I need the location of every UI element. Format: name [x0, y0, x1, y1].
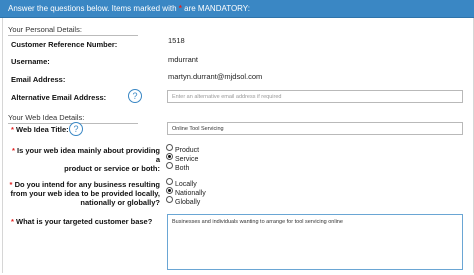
required-mark: *	[11, 125, 14, 134]
radio-globally-label: Globally	[175, 199, 201, 206]
radio-both[interactable]: Both	[166, 162, 189, 172]
alt-email-label: Alternative Email Address:	[11, 93, 107, 102]
personal-section-divider	[8, 35, 138, 36]
customer-ref-label: Customer Reference Number:	[11, 40, 118, 49]
radio-both-circle[interactable]	[166, 162, 173, 169]
customer-base-label: * What is your targeted customer base?	[11, 217, 152, 226]
radio-globally[interactable]: Globally	[166, 196, 200, 206]
banner-text-before: Answer the questions below. Items marked…	[8, 4, 177, 13]
radio-product-circle[interactable]	[166, 144, 173, 151]
scope-label-line2: from your web idea to be provided locall…	[10, 189, 160, 198]
instructions-banner: Answer the questions below. Items marked…	[0, 0, 474, 18]
product-service-label-line2: product or service or both:	[64, 164, 160, 173]
form-page: Answer the questions below. Items marked…	[0, 0, 474, 275]
web-idea-title-label: * Web Idea Title:	[11, 125, 69, 134]
alt-email-help-icon[interactable]: ?	[128, 89, 142, 103]
radio-locally-circle[interactable]	[166, 178, 173, 185]
personal-section-title: Your Personal Details:	[8, 25, 82, 34]
web-section-title: Your Web Idea Details:	[8, 113, 85, 122]
web-idea-title-input[interactable]	[167, 122, 463, 135]
radio-globally-circle[interactable]	[166, 196, 173, 203]
required-mark: *	[12, 146, 15, 155]
radio-nationally-circle[interactable]	[166, 187, 173, 194]
email-value: martyn.durrant@mjdsol.com	[168, 72, 263, 81]
alt-email-input[interactable]	[167, 90, 463, 103]
email-label: Email Address:	[11, 75, 66, 84]
banner-text-after: are MANDATORY:	[184, 4, 250, 13]
required-mark: *	[9, 180, 13, 189]
radio-both-label: Both	[175, 165, 190, 172]
scope-label-line3: nationally or globally?	[80, 198, 160, 207]
product-service-label-line1: Is your web idea mainly about providing …	[17, 146, 160, 164]
banner-asterisk: *	[178, 4, 182, 13]
username-value: mdurrant	[168, 55, 199, 64]
radio-service-circle[interactable]	[166, 153, 173, 160]
product-service-label: * Is your web idea mainly about providin…	[8, 146, 160, 173]
customer-base-textarea[interactable]: Businesses and individuals wanting to ar…	[167, 214, 463, 270]
username-label: Username:	[11, 57, 50, 66]
scope-label-line1: Do you intend for any business resulting	[14, 180, 160, 189]
required-mark: *	[11, 217, 14, 226]
web-idea-title-help-icon[interactable]: ?	[69, 122, 83, 136]
customer-ref-value: 1518	[168, 36, 185, 45]
customer-base-label-text: What is your targeted customer base?	[16, 217, 153, 226]
scope-label: * Do you intend for any business resulti…	[8, 180, 160, 207]
web-idea-title-label-text: Web Idea Title:	[16, 125, 69, 134]
